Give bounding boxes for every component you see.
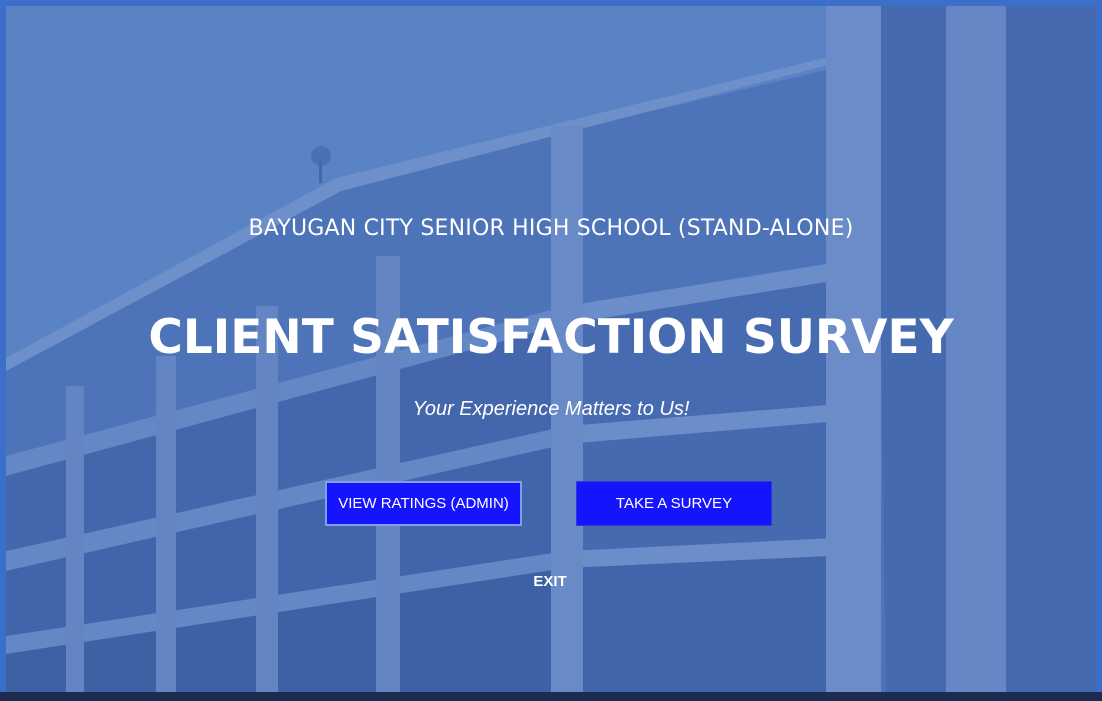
survey-window: BAYUGAN CITY SENIOR HIGH SCHOOL (STAND-A… <box>0 0 1102 701</box>
school-name: BAYUGAN CITY SENIOR HIGH SCHOOL (STAND-A… <box>248 216 854 241</box>
take-survey-button[interactable]: TAKE A SURVEY <box>576 481 772 526</box>
background-window-strip <box>0 692 1102 701</box>
tagline: Your Experience Matters to Us! <box>412 398 690 420</box>
page-title: CLIENT SATISFACTION SURVEY <box>148 310 954 365</box>
view-ratings-admin-button[interactable]: VIEW RATINGS (ADMIN) <box>325 481 522 526</box>
exit-button[interactable]: EXIT <box>520 573 580 590</box>
